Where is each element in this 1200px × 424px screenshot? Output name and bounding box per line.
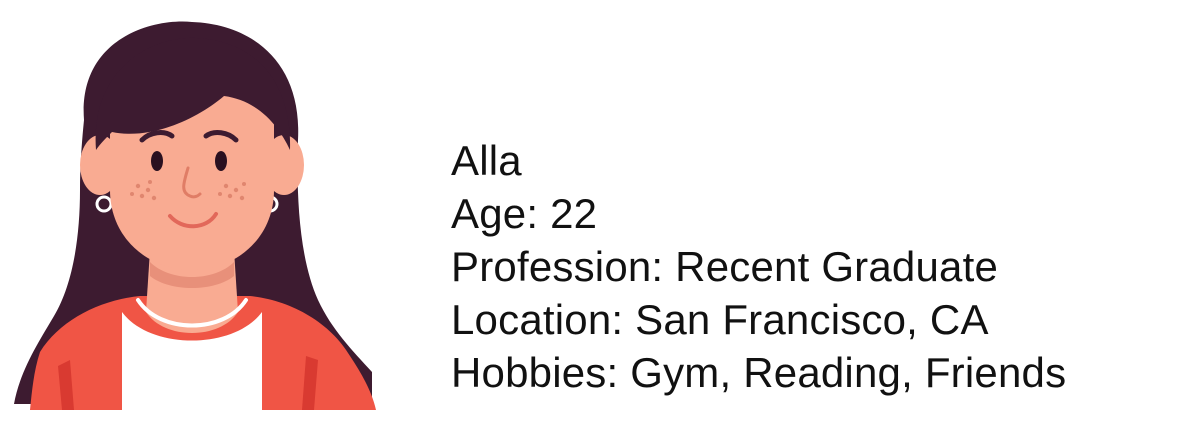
persona-hobbies: Hobbies: Gym, Reading, Friends [451,349,1067,396]
persona-location: Location: San Francisco, CA [451,296,989,343]
persona-details: Alla Age: 22 Profession: Recent Graduate… [451,134,1191,399]
persona-profession: Profession: Recent Graduate [451,243,999,290]
left-eye [151,151,163,171]
persona-age: Age: 22 [451,190,598,237]
persona-name: Alla [451,137,522,184]
avatar [0,0,384,424]
right-eye [215,151,227,171]
persona-card: Alla Age: 22 Profession: Recent Graduate… [0,0,1200,424]
woman-avatar-icon [14,21,376,410]
